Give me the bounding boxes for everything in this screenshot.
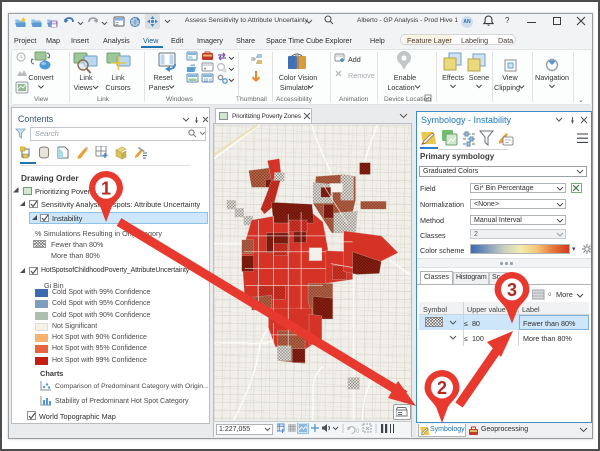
svg-text:3: 3 <box>507 280 517 300</box>
svg-text:2: 2 <box>437 378 447 398</box>
svg-text:1: 1 <box>101 179 111 199</box>
